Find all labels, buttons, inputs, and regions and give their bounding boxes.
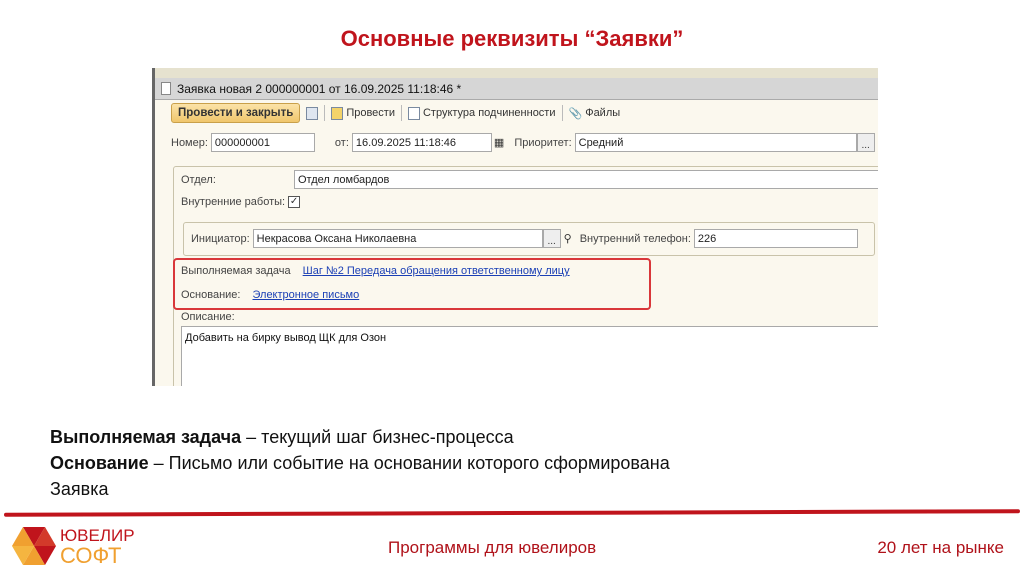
window-title: Заявка новая 2 000000001 от 16.09.2025 1…	[177, 81, 462, 96]
company-logo: ЮВЕЛИР СОФТ	[12, 525, 135, 567]
department-field[interactable]: Отдел ломбардов	[294, 170, 878, 189]
priority-field[interactable]: Средний	[574, 133, 857, 152]
highlight-frame	[173, 258, 651, 310]
phone-field[interactable]: 226	[693, 229, 858, 248]
logo-hexagon-icon	[12, 527, 56, 565]
footer-tagline: Программы для ювелиров	[388, 538, 597, 557]
initiator-select-button[interactable]: ...	[542, 229, 561, 248]
app-screenshot: Заявка новая 2 000000001 от 16.09.2025 1…	[152, 68, 878, 386]
post-button[interactable]: Провести	[331, 106, 395, 120]
toolbar: Провести и закрыть Провести Структура по…	[171, 101, 620, 125]
post-icon	[331, 106, 344, 120]
document-icon	[161, 82, 171, 95]
search-icon[interactable]: ⚲	[564, 232, 572, 245]
footer-years: 20 лет на рынке	[877, 538, 1004, 557]
divider	[3, 509, 1021, 517]
calendar-icon[interactable]: ▦	[494, 136, 504, 149]
save-icon[interactable]	[306, 106, 319, 120]
window-titlebar: Заявка новая 2 000000001 от 16.09.2025 1…	[155, 78, 878, 100]
description-field[interactable]: Добавить на бирку вывод ЩК для Озон	[181, 326, 878, 386]
slide-title: Основные реквизиты “Заявки”	[340, 26, 684, 51]
structure-icon	[407, 106, 420, 120]
structure-button[interactable]: Структура подчиненности	[407, 106, 556, 120]
header-row: Номер: 000000001 от: 16.09.2025 11:18:46…	[171, 133, 875, 152]
initiator-field[interactable]: Некрасова Оксана Николаевна	[252, 229, 543, 248]
explanation-text: Выполняемая задача – текущий шаг бизнес-…	[50, 427, 670, 499]
files-button[interactable]: 📎 Файлы	[569, 107, 621, 120]
internal-works-checkbox[interactable]: ✓	[288, 196, 301, 208]
post-and-close-button[interactable]: Провести и закрыть	[171, 103, 301, 123]
date-field[interactable]: 16.09.2025 11:18:46	[351, 133, 492, 152]
priority-select-button[interactable]: ...	[856, 133, 875, 152]
paperclip-icon: 📎	[568, 107, 583, 120]
number-field[interactable]: 000000001	[210, 133, 315, 152]
